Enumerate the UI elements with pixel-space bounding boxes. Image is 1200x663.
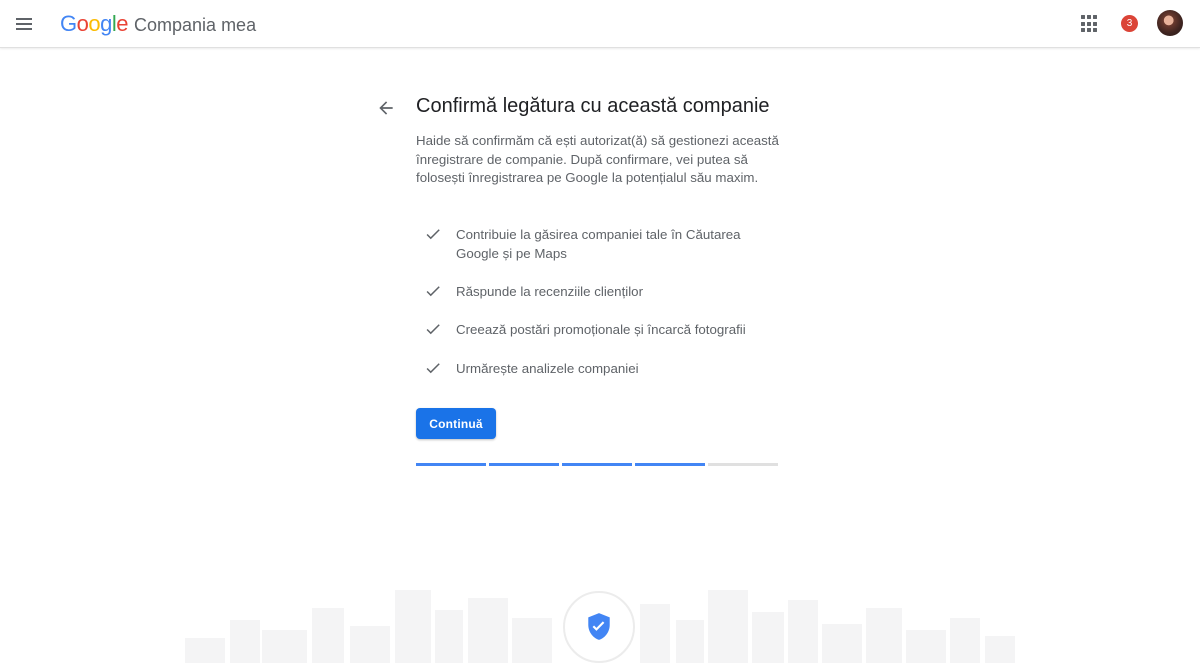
check-icon xyxy=(426,229,440,240)
list-item-text: Creează postări promoționale și încarcă … xyxy=(456,322,746,337)
list-item: Urmărește analizele companiei xyxy=(424,359,774,378)
list-item: Răspunde la recenziile clienților xyxy=(424,282,774,301)
continue-button[interactable]: Continuă xyxy=(416,408,496,439)
product-name: Compania mea xyxy=(134,15,257,35)
logo-letter: G xyxy=(60,11,77,36)
check-icon xyxy=(426,363,440,374)
check-icon xyxy=(426,286,440,297)
check-icon xyxy=(426,324,440,335)
progress-segment xyxy=(489,463,559,466)
menu-icon[interactable] xyxy=(12,12,36,36)
progress-segment xyxy=(708,463,778,466)
step-progress-indicator xyxy=(416,463,778,467)
verified-shield-icon xyxy=(588,613,610,640)
logo-letter: o xyxy=(88,11,101,36)
logo-letter: o xyxy=(76,11,89,36)
logo-letter: e xyxy=(116,11,129,36)
list-item: Contribuie la găsirea companiei tale în … xyxy=(424,225,774,263)
back-arrow-icon[interactable] xyxy=(376,98,396,118)
progress-segment xyxy=(416,463,486,466)
page-description: Haide să confirmăm că ești autorizat(ă) … xyxy=(416,133,779,185)
verification-badge xyxy=(563,591,635,663)
apps-grid-icon[interactable] xyxy=(1081,15,1099,33)
logo-letter: g xyxy=(100,11,112,36)
list-item-text: Urmărește analizele companiei xyxy=(456,361,639,376)
avatar[interactable] xyxy=(1157,10,1183,36)
progress-segment xyxy=(562,463,632,466)
notifications-badge[interactable]: 3 xyxy=(1121,15,1138,32)
google-wordmark: Google xyxy=(60,11,129,37)
page-title: Confirmă legătura cu această companie xyxy=(416,95,770,117)
list-item-text: Răspunde la recenziile clienților xyxy=(456,284,643,299)
progress-segment xyxy=(635,463,705,466)
list-item: Creează postări promoționale și încarcă … xyxy=(424,320,774,339)
google-logo[interactable]: Google Compania mea xyxy=(60,11,257,37)
top-app-bar: Google Compania mea 3 xyxy=(0,0,1200,48)
list-item-text: Contribuie la găsirea companiei tale în … xyxy=(456,227,741,261)
